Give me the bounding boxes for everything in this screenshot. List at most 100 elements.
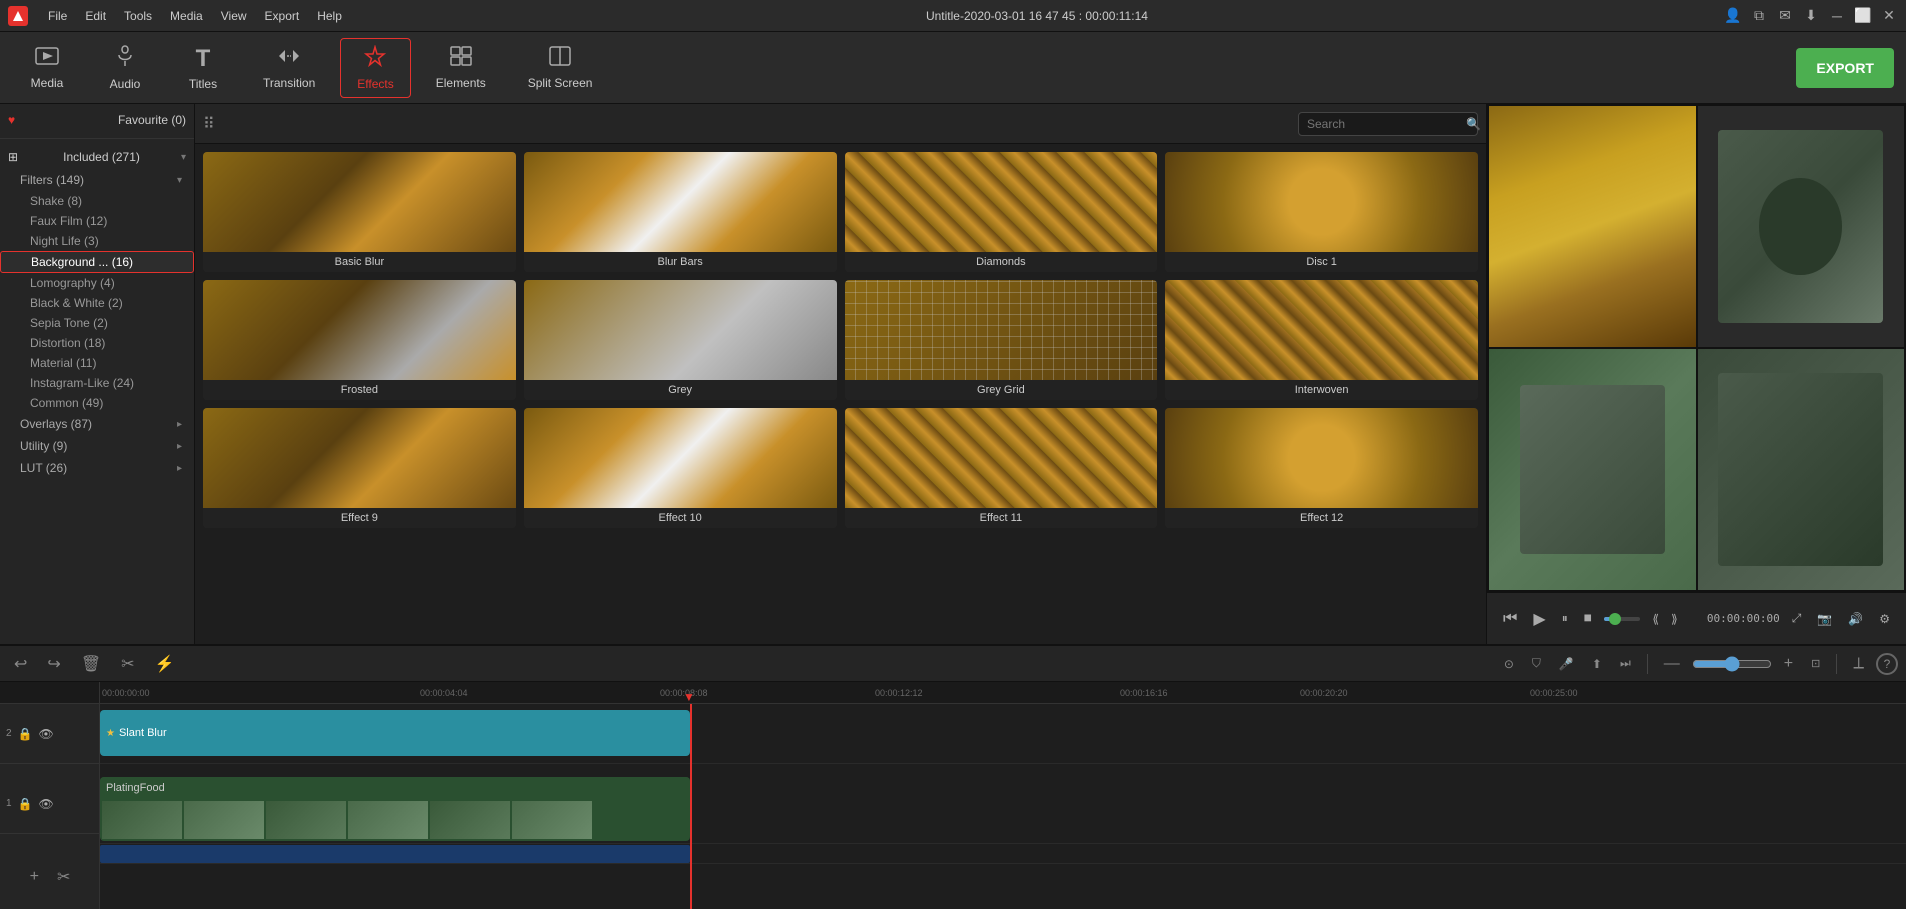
preview-bottom-left xyxy=(1489,349,1696,590)
toolbar-splitscreen[interactable]: Split Screen xyxy=(511,38,610,98)
progress-bar[interactable] xyxy=(1604,617,1641,621)
sidebar-shake[interactable]: Shake (8) xyxy=(0,191,194,211)
effect-basic-blur[interactable]: Basic Blur xyxy=(203,152,516,272)
sidebar-distortion[interactable]: Distortion (18) xyxy=(0,333,194,353)
toolbar-media-label: Media xyxy=(31,76,64,90)
effect-12[interactable]: Effect 12 xyxy=(1165,408,1478,528)
visibility-icon-2[interactable]: 👁 xyxy=(39,727,54,741)
play-button[interactable]: ▶ xyxy=(1529,605,1549,633)
toolbar-audio[interactable]: Audio xyxy=(90,38,160,98)
cut-button[interactable]: ✂ xyxy=(115,652,140,676)
favourite-header[interactable]: ♥ Favourite (0) xyxy=(0,108,194,132)
included-header[interactable]: ⊞ Included (271) ▾ xyxy=(0,145,194,169)
effect-thumb-10 xyxy=(524,408,837,508)
menu-export[interactable]: Export xyxy=(257,7,308,25)
effect-11[interactable]: Effect 11 xyxy=(845,408,1158,528)
visibility-icon-1[interactable]: 👁 xyxy=(39,797,54,811)
delete-button[interactable]: 🗑 xyxy=(75,652,107,676)
sidebar-sepia[interactable]: Sepia Tone (2) xyxy=(0,313,194,333)
clip-thumb-1 xyxy=(102,801,182,839)
user-icon[interactable]: 👤 xyxy=(1724,7,1742,25)
close-btn[interactable]: ✕ xyxy=(1880,7,1898,25)
playhead[interactable] xyxy=(690,704,692,909)
sidebar-night-life[interactable]: Night Life (3) xyxy=(0,231,194,251)
maximize-btn[interactable]: ⬜ xyxy=(1854,7,1872,25)
effect-label-11: Effect 11 xyxy=(845,508,1158,528)
sidebar-filters[interactable]: Filters (149) ▾ xyxy=(0,169,194,191)
sidebar-background[interactable]: Background ... (16) xyxy=(0,251,194,273)
effect-10[interactable]: Effect 10 xyxy=(524,408,837,528)
menu-view[interactable]: View xyxy=(213,7,255,25)
mask-btn[interactable]: ⛉ xyxy=(1526,654,1547,673)
redo-button[interactable]: ↪ xyxy=(41,652,66,676)
zoom-out-icon[interactable]: ⟫ xyxy=(1667,608,1682,630)
toolbar-elements[interactable]: Elements xyxy=(419,38,503,98)
clip-audio[interactable] xyxy=(100,845,690,863)
skip-start-button[interactable]: ⏮ xyxy=(1499,606,1521,632)
settings-icon[interactable]: ⚙ xyxy=(1875,608,1894,630)
effect-grey-grid[interactable]: Grey Grid xyxy=(845,280,1158,400)
menu-edit[interactable]: Edit xyxy=(77,7,114,25)
ruler-spacer xyxy=(0,682,99,704)
filters-label: Filters (149) xyxy=(20,173,84,187)
sidebar-material[interactable]: Material (11) xyxy=(0,353,194,373)
fullscreen-icon[interactable]: ⤢ xyxy=(1788,607,1806,630)
lock-icon-2[interactable]: 🔒 xyxy=(18,727,33,741)
toolbar-effects[interactable]: Effects xyxy=(340,38,410,98)
toolbar-titles[interactable]: T Titles xyxy=(168,38,238,98)
sidebar-common[interactable]: Common (49) xyxy=(0,393,194,413)
menu-tools[interactable]: Tools xyxy=(116,7,160,25)
zoom-minus-btn[interactable]: — xyxy=(1658,653,1686,675)
stop-button[interactable]: ⏹ xyxy=(1580,606,1596,632)
zoom-slider[interactable] xyxy=(1692,656,1772,672)
lut-label: LUT (26) xyxy=(20,461,67,475)
effect-disc1[interactable]: Disc 1 xyxy=(1165,152,1478,272)
export-button[interactable]: EXPORT xyxy=(1796,48,1894,88)
effect-interwoven[interactable]: Interwoven xyxy=(1165,280,1478,400)
add-track-btn[interactable]: + xyxy=(24,866,45,888)
search-input[interactable] xyxy=(1307,117,1462,131)
effect-grey[interactable]: Grey xyxy=(524,280,837,400)
volume-icon[interactable]: 🔊 xyxy=(1844,608,1867,630)
clip-slant-blur[interactable]: ★ Slant Blur xyxy=(100,710,690,756)
clip-plating-food[interactable]: PlatingFood xyxy=(100,777,690,841)
lock-icon-1[interactable]: 🔒 xyxy=(18,797,33,811)
effect-diamonds[interactable]: Diamonds xyxy=(845,152,1158,272)
grid-view-icon[interactable]: ⠿ xyxy=(203,114,215,134)
sidebar-black-white[interactable]: Black & White (2) xyxy=(0,293,194,313)
undo-button[interactable]: ↩ xyxy=(8,652,33,676)
pause-button[interactable]: ⏸ xyxy=(1558,607,1572,630)
toolbar-media[interactable]: Media xyxy=(12,38,82,98)
scissors-btn[interactable]: ✂ xyxy=(51,865,76,889)
adjust-button[interactable]: ⚡ xyxy=(149,652,181,676)
menu-file[interactable]: File xyxy=(40,7,75,25)
motion-track-btn[interactable]: ⊙ xyxy=(1498,655,1520,673)
titles-icon: T xyxy=(196,45,211,73)
sidebar-utility[interactable]: Utility (9) ▸ xyxy=(0,435,194,457)
split-btn[interactable]: ⟂ xyxy=(1847,653,1870,675)
sidebar-lut[interactable]: LUT (26) ▸ xyxy=(0,457,194,479)
menu-media[interactable]: Media xyxy=(162,7,211,25)
restore-icon[interactable]: ⧉ xyxy=(1750,7,1768,25)
effect-9[interactable]: Effect 9 xyxy=(203,408,516,528)
search-box[interactable]: 🔍 xyxy=(1298,112,1478,136)
sidebar-faux-film[interactable]: Faux Film (12) xyxy=(0,211,194,231)
sidebar-lomography[interactable]: Lomography (4) xyxy=(0,273,194,293)
speed-btn[interactable]: ⬆ xyxy=(1586,655,1608,673)
download-icon[interactable]: ⬇ xyxy=(1802,7,1820,25)
zoom-plus-btn[interactable]: + xyxy=(1778,653,1799,675)
effect-frosted[interactable]: Frosted xyxy=(203,280,516,400)
help-button[interactable]: ? xyxy=(1876,653,1898,675)
zoom-in-icon[interactable]: ⟪ xyxy=(1648,608,1663,630)
sidebar-instagram[interactable]: Instagram-Like (24) xyxy=(0,373,194,393)
forward-btn[interactable]: ⏭ xyxy=(1614,654,1637,673)
minimize-btn[interactable]: ─ xyxy=(1828,7,1846,25)
toolbar-transition[interactable]: Transition xyxy=(246,38,332,98)
snapshot-icon[interactable]: 📷 xyxy=(1813,608,1836,630)
menu-help[interactable]: Help xyxy=(309,7,350,25)
sidebar-overlays[interactable]: Overlays (87) ▸ xyxy=(0,413,194,435)
fit-btn[interactable]: ⊡ xyxy=(1805,655,1826,672)
effect-blur-bars[interactable]: Blur Bars xyxy=(524,152,837,272)
mail-icon[interactable]: ✉ xyxy=(1776,7,1794,25)
audio-btn[interactable]: 🎤 xyxy=(1553,655,1580,673)
